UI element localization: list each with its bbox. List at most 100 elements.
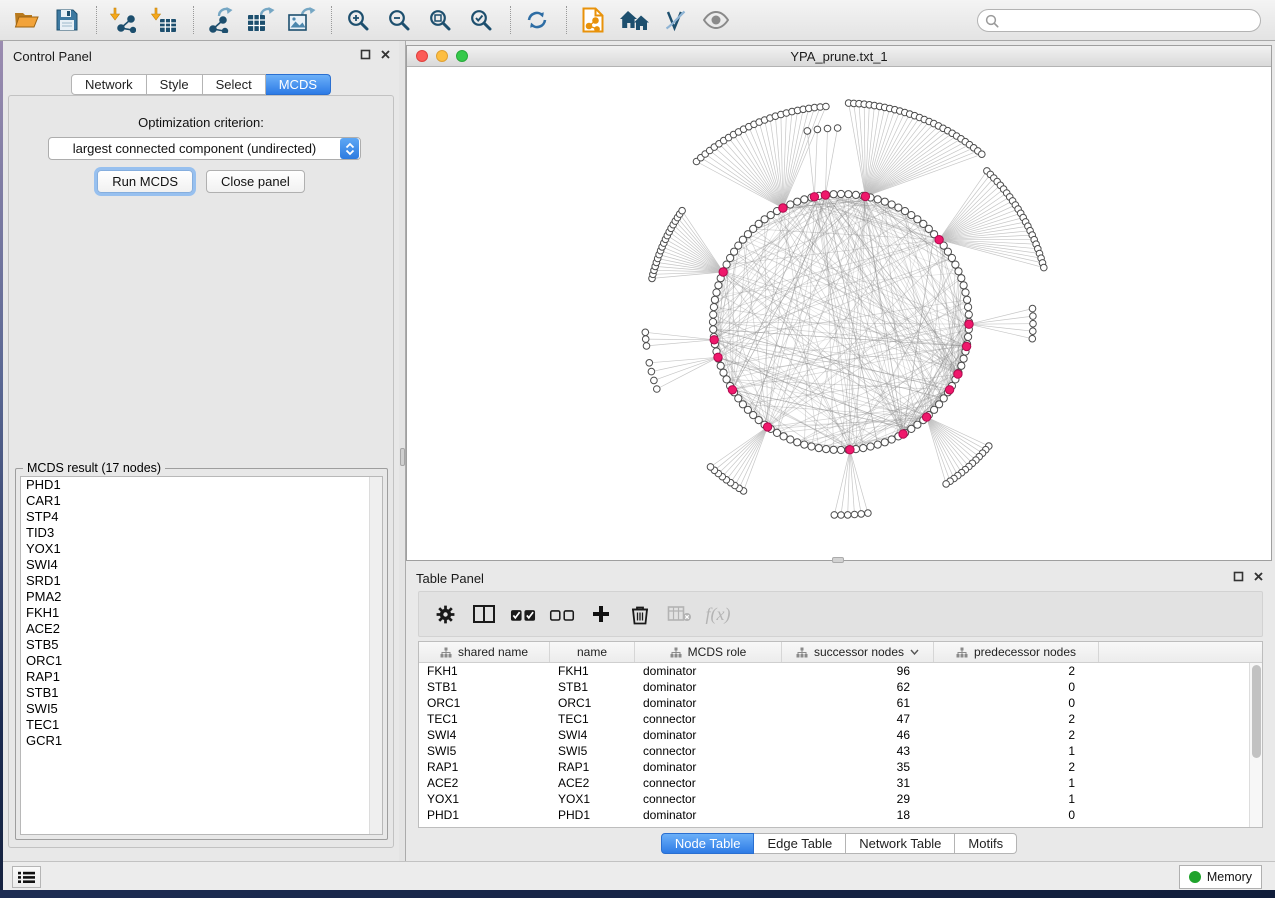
table-cell[interactable]: 2 — [934, 664, 1099, 678]
table-cell[interactable]: 0 — [934, 696, 1099, 710]
graph-node[interactable] — [710, 336, 718, 344]
table-cell[interactable]: STB1 — [550, 680, 635, 694]
graph-node[interactable] — [804, 128, 811, 135]
table-cell[interactable]: 29 — [782, 792, 934, 806]
network-file-icon[interactable] — [577, 4, 609, 36]
graph-node[interactable] — [787, 201, 794, 208]
graph-node[interactable] — [709, 318, 716, 325]
graph-node[interactable] — [654, 386, 661, 393]
graph-node[interactable] — [1030, 320, 1037, 327]
graph-node[interactable] — [860, 445, 867, 452]
mcds-result-item[interactable]: SRD1 — [21, 573, 382, 589]
graph-node[interactable] — [852, 191, 859, 198]
save-icon[interactable] — [51, 4, 83, 36]
mcds-result-item[interactable]: TEC1 — [21, 717, 382, 733]
graph-node[interactable] — [1030, 313, 1037, 320]
table-cell[interactable]: ACE2 — [419, 776, 550, 790]
table-cell[interactable]: ACE2 — [550, 776, 635, 790]
table-row[interactable]: RAP1RAP1dominator352 — [419, 759, 1249, 775]
columns-icon[interactable] — [471, 601, 497, 627]
tab-motifs[interactable]: Motifs — [955, 833, 1017, 854]
zoom-fit-icon[interactable] — [424, 4, 456, 36]
add-column-icon[interactable] — [588, 601, 614, 627]
graph-node[interactable] — [719, 268, 727, 276]
horizontal-splitter-handle[interactable] — [832, 557, 844, 563]
zoom-in-icon[interactable] — [342, 4, 374, 36]
table-cell[interactable]: connector — [635, 792, 782, 806]
graph-node[interactable] — [801, 196, 808, 203]
graph-node[interactable] — [1030, 328, 1037, 335]
table-cell[interactable]: dominator — [635, 664, 782, 678]
table-cell[interactable]: TEC1 — [550, 712, 635, 726]
graph-node[interactable] — [723, 261, 730, 268]
mcds-result-item[interactable]: CAR1 — [21, 493, 382, 509]
export-image-icon[interactable] — [286, 4, 318, 36]
tab-network-table[interactable]: Network Table — [846, 833, 955, 854]
graph-node[interactable] — [964, 296, 971, 303]
trash-icon[interactable] — [627, 601, 653, 627]
mcds-result-item[interactable]: ORC1 — [21, 653, 382, 669]
tab-network[interactable]: Network — [71, 74, 147, 95]
tab-select[interactable]: Select — [203, 74, 266, 95]
network-canvas[interactable] — [407, 67, 1271, 559]
table-cell[interactable]: SWI4 — [419, 728, 550, 742]
table-cell[interactable]: 43 — [782, 744, 934, 758]
graph-node[interactable] — [808, 443, 815, 450]
table-row[interactable]: YOX1YOX1connector291 — [419, 791, 1249, 807]
network-graph[interactable] — [407, 67, 1271, 559]
graph-node[interactable] — [881, 198, 888, 205]
graph-node[interactable] — [651, 377, 658, 384]
table-cell[interactable]: 47 — [782, 712, 934, 726]
graph-node[interactable] — [874, 441, 881, 448]
mcds-result-item[interactable]: STB1 — [21, 685, 382, 701]
search-field[interactable] — [977, 9, 1261, 32]
table-cell[interactable]: 1 — [934, 792, 1099, 806]
graph-node[interactable] — [713, 289, 720, 296]
scrollbar-track[interactable] — [369, 477, 382, 834]
table-cell[interactable]: connector — [635, 712, 782, 726]
graph-node[interactable] — [780, 433, 787, 440]
graph-node[interactable] — [1041, 264, 1048, 271]
table-cell[interactable]: SWI4 — [550, 728, 635, 742]
graph-node[interactable] — [824, 125, 831, 132]
mcds-result-item[interactable]: YOX1 — [21, 541, 382, 557]
table-cell[interactable]: 2 — [934, 760, 1099, 774]
graph-node[interactable] — [831, 512, 838, 519]
graph-node[interactable] — [979, 151, 986, 158]
graph-node[interactable] — [679, 207, 686, 214]
graph-node[interactable] — [714, 353, 722, 361]
graph-node[interactable] — [830, 191, 837, 198]
optimization-criterion-dropdown[interactable]: largest connected component (undirected) — [48, 137, 361, 160]
table-cell[interactable]: YOX1 — [419, 792, 550, 806]
tab-mcds[interactable]: MCDS — [266, 74, 331, 95]
graph-node[interactable] — [962, 342, 970, 350]
table-cell[interactable]: 0 — [934, 680, 1099, 694]
table-row[interactable]: TEC1TEC1connector472 — [419, 711, 1249, 727]
table-cell[interactable]: 1 — [934, 744, 1099, 758]
tab-node-table[interactable]: Node Table — [661, 833, 755, 854]
open-folder-icon[interactable] — [10, 4, 42, 36]
minimize-window-icon[interactable] — [436, 50, 448, 62]
table-row[interactable]: SWI4SWI4dominator462 — [419, 727, 1249, 743]
graph-node[interactable] — [945, 386, 953, 394]
graph-node[interactable] — [814, 126, 821, 133]
mcds-result-list[interactable]: PHD1CAR1STP4TID3YOX1SWI4SRD1PMA2FKH1ACE2… — [20, 476, 383, 835]
graph-node[interactable] — [865, 510, 872, 517]
graph-node[interactable] — [1029, 335, 1036, 342]
table-cell[interactable]: YOX1 — [550, 792, 635, 806]
graph-node[interactable] — [943, 481, 950, 488]
memory-button[interactable]: Memory — [1179, 865, 1262, 889]
eye-icon[interactable] — [700, 4, 732, 36]
graph-node[interactable] — [801, 441, 808, 448]
list-button[interactable] — [12, 866, 41, 888]
graph-node[interactable] — [1029, 305, 1036, 312]
vizmapper-icon[interactable] — [659, 4, 691, 36]
export-table-icon[interactable] — [245, 4, 277, 36]
mcds-result-item[interactable]: TID3 — [21, 525, 382, 541]
column-header-successor-nodes[interactable]: successor nodes — [782, 642, 934, 662]
table-cell[interactable]: TEC1 — [419, 712, 550, 726]
table-row[interactable]: ORC1ORC1dominator610 — [419, 695, 1249, 711]
graph-node[interactable] — [715, 282, 722, 289]
table-cell[interactable]: dominator — [635, 696, 782, 710]
run-mcds-button[interactable]: Run MCDS — [97, 170, 193, 193]
